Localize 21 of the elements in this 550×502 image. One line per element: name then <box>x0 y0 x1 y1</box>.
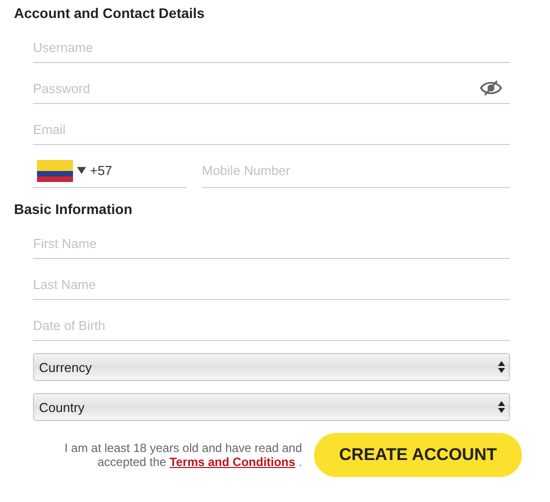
select-field[interactable]: Country <box>33 393 510 421</box>
text-field[interactable]: First Name <box>33 231 510 255</box>
country-code-selector[interactable]: +57 <box>33 154 186 188</box>
text-field[interactable]: Last Name <box>33 272 510 296</box>
text-field[interactable]: Username <box>33 35 510 59</box>
mobile-number-field[interactable]: Mobile Number <box>202 158 510 182</box>
visibility-toggle[interactable] <box>480 80 502 96</box>
up-down-arrows-icon <box>498 361 505 373</box>
country-code: +57 <box>90 163 112 178</box>
password-field[interactable]: Password <box>33 76 480 100</box>
text-field[interactable]: Date of Birth <box>33 313 510 337</box>
caret-icon <box>77 167 86 174</box>
up-down-arrows-icon <box>498 401 505 413</box>
create-account-button[interactable]: CREATE ACCOUNT <box>314 433 522 477</box>
terms-link[interactable]: Terms and Conditions <box>170 455 296 469</box>
flag-icon <box>37 160 73 182</box>
select-field[interactable]: Currency <box>33 353 510 381</box>
terms-consent-text: I am at least 18 years old and have read and accepted the Terms and Conditions . <box>64 441 302 469</box>
text-field[interactable]: Email <box>33 117 510 141</box>
section-heading: Basic Information <box>14 200 134 218</box>
section-heading: Account and Contact Details <box>14 4 206 22</box>
